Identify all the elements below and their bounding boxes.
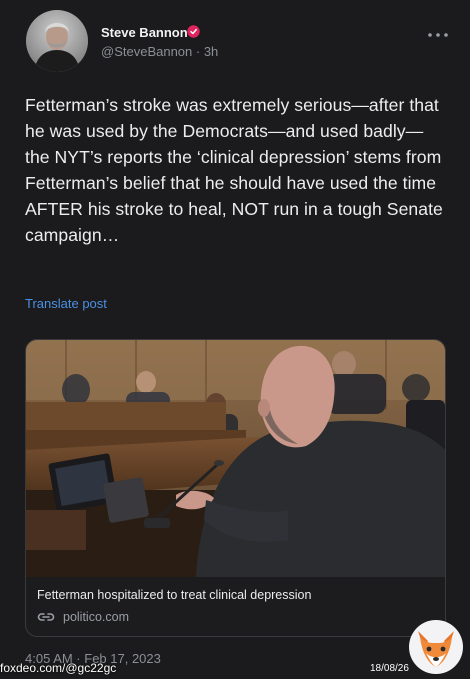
fox-logo-icon	[409, 620, 463, 674]
link-icon	[37, 613, 55, 621]
watermark-url: foxdeo.com/@gc22gc	[0, 661, 117, 675]
translate-post-link[interactable]: Translate post	[25, 296, 107, 311]
author-name[interactable]: Steve Bannon	[101, 25, 188, 40]
post-text: Fetterman’s stroke was extremely serious…	[25, 95, 443, 245]
verified-badge-icon	[187, 25, 200, 38]
more-options-icon[interactable]	[426, 28, 450, 42]
link-card-title: Fetterman hospitalized to treat clinical…	[37, 588, 312, 602]
article-photo	[26, 340, 445, 577]
avatar-photo	[26, 10, 88, 72]
author-avatar[interactable]	[26, 10, 88, 72]
author-handle-and-time[interactable]: @SteveBannon · 3h	[101, 44, 218, 59]
post-detail-screen: Steve Bannon @SteveBannon · 3h Fetterman…	[0, 0, 470, 679]
watermark-date: 18/08/26	[370, 663, 409, 674]
link-preview-card[interactable]: Fetterman hospitalized to treat clinical…	[25, 339, 446, 637]
link-card-domain: politico.com	[63, 610, 129, 624]
